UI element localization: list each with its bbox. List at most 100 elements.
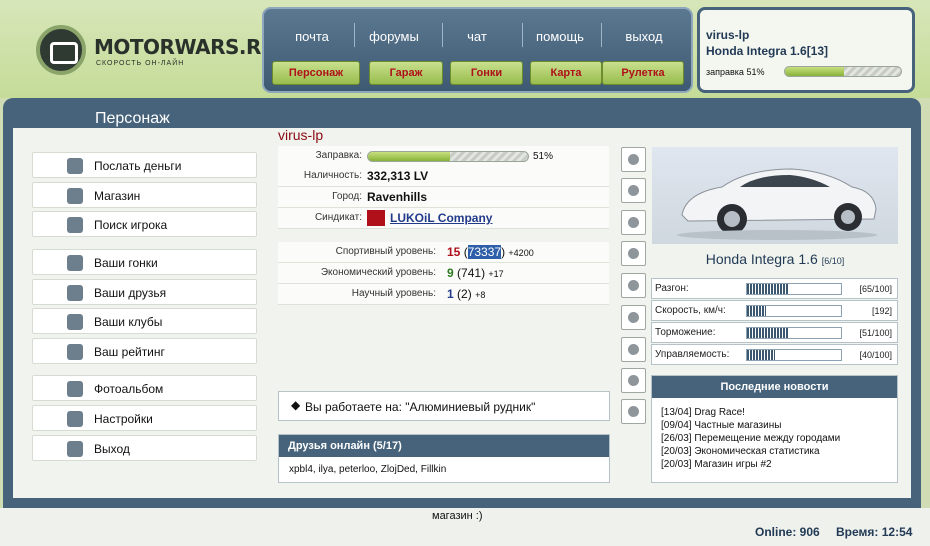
job-text: Вы работаете на: "Алюминиевый рудник" <box>305 400 536 414</box>
money-icon <box>67 158 83 174</box>
user-fuel-label: заправка 51% <box>706 67 765 77</box>
nav-link-forums[interactable]: форумы <box>364 29 424 44</box>
stat-bar <box>746 327 842 339</box>
cash-row: Наличность: 332,313 LV <box>278 166 609 187</box>
sidebar-item-logout[interactable]: Выход <box>32 435 257 461</box>
sidebar-item-label: Выход <box>94 442 130 456</box>
nav-link-mail[interactable]: почта <box>282 29 342 44</box>
server-time: Время: 12:54 <box>836 525 913 539</box>
syndicate-link[interactable]: LUKOiL Company <box>390 211 492 225</box>
city-label: Город: <box>332 191 362 202</box>
friends-list[interactable]: xpbl4, ilya, peterloo, ZlojDed, Fillkin <box>279 457 609 482</box>
level-value: 1 (2) +8 <box>447 287 485 301</box>
turbo-part-icon[interactable] <box>621 337 646 362</box>
level-row: Экономический уровень: 9 (741) +17 <box>278 263 609 284</box>
sidebar-item-label: Поиск игрока <box>94 218 168 232</box>
news-item[interactable]: [13/04] Drag Race! <box>661 406 897 419</box>
sidebar-item-label: Ваш рейтинг <box>94 345 165 359</box>
stat-bar <box>746 305 842 317</box>
top-navigation: почта форумы чат помощь выход Персонаж Г… <box>262 7 693 93</box>
sidebar-item-shop[interactable]: Магазин <box>32 182 257 208</box>
cash-value: 332,313 LV <box>367 169 429 183</box>
rating-chart-icon <box>67 344 83 360</box>
footer: магазин :) Online: 906 Время: 12:54 <box>0 508 930 546</box>
level-points: 741 <box>461 266 482 280</box>
logo-emblem-icon <box>36 25 86 75</box>
logo[interactable]: MOTORWARS.RU СКОРОСТЬ ОН-ЛАЙН <box>36 25 277 75</box>
engine-part-icon[interactable] <box>621 368 646 393</box>
nav-divider <box>601 23 602 47</box>
news-item[interactable]: [09/04] Частные магазины <box>661 419 897 432</box>
panel-title: Персонаж <box>95 110 170 127</box>
nav-button-map[interactable]: Карта <box>530 61 602 85</box>
level-bonus: +17 <box>488 269 504 279</box>
user-summary: virus-lp Honda Integra 1.6[13] заправка … <box>697 7 915 93</box>
level-number: 15 <box>447 245 461 259</box>
stat-bar <box>746 283 842 295</box>
belt-part-icon[interactable] <box>621 241 646 266</box>
user-car: Honda Integra 1.6[13] <box>706 44 829 58</box>
nav-link-logout[interactable]: выход <box>614 29 674 44</box>
nav-button-races[interactable]: Гонки <box>450 61 523 85</box>
exit-door-icon <box>67 441 83 457</box>
car-rank: [6/10] <box>821 256 845 266</box>
stat-value: [65/100] <box>859 284 892 294</box>
tools-part-icon[interactable] <box>621 399 646 424</box>
cash-label: Наличность: <box>303 170 362 181</box>
gear-part-icon[interactable] <box>621 273 646 298</box>
sidebar-item-photo-album[interactable]: Фотоальбом <box>32 375 257 401</box>
sidebar-item-clubs[interactable]: Ваши клубы <box>32 308 257 334</box>
sidebar-item-label: Магазин <box>94 189 141 203</box>
sidebar-item-find-player[interactable]: Поиск игрока <box>32 211 257 237</box>
city-value: Ravenhills <box>367 190 428 204</box>
brake-disc-part-icon[interactable] <box>621 305 646 330</box>
sidebar-item-settings[interactable]: Настройки <box>32 405 257 431</box>
car-image[interactable] <box>652 147 898 244</box>
news-item[interactable]: [20/03] Магазин игры #2 <box>661 458 897 471</box>
sidebar-item-label: Настройки <box>94 412 153 426</box>
car-picture-icon <box>677 168 877 240</box>
fuel-row: Заправка: 51% <box>278 146 609 167</box>
nav-link-chat[interactable]: чат <box>447 29 507 44</box>
car-stat-acceleration: Разгон: [65/100] <box>651 278 898 299</box>
level-bonus: +4200 <box>508 248 534 258</box>
sidebar-item-races[interactable]: Ваши гонки <box>32 249 257 275</box>
stat-label: Управляемость: <box>655 349 730 360</box>
clubs-icon <box>67 314 83 330</box>
user-name[interactable]: virus-lp <box>706 28 749 42</box>
sidebar-item-label: Ваши друзья <box>94 286 167 300</box>
logo-name: MOTORWARS.RU <box>94 35 277 59</box>
news-item[interactable]: [26/03] Перемещение между городами <box>661 432 897 445</box>
level-label: Экономический уровень: <box>320 267 436 278</box>
nav-button-roulette[interactable]: Рулетка <box>602 61 684 85</box>
level-number: 9 <box>447 266 454 280</box>
friends-title: Друзья онлайн (5/17) <box>279 435 609 457</box>
city-row: Город: Ravenhills <box>278 187 609 208</box>
tire-part-icon[interactable] <box>621 178 646 203</box>
nav-link-help[interactable]: помощь <box>530 29 590 44</box>
level-points: 2 <box>461 287 468 301</box>
news-item[interactable]: [20/03] Экономическая статистика <box>661 445 897 458</box>
level-points[interactable]: 73337 <box>467 245 502 259</box>
status-text: магазин :) <box>432 510 483 522</box>
online-count: Online: 906 <box>755 525 820 539</box>
level-bracket: ) <box>481 266 486 280</box>
nav-button-character[interactable]: Персонаж <box>272 61 360 85</box>
sidebar-item-send-money[interactable]: Послать деньги <box>32 152 257 178</box>
car-model: Honda Integra 1.6 <box>705 251 818 267</box>
syndicate-row: Синдикат: LUKOiL Company <box>278 208 609 229</box>
sidebar-item-label: Ваши гонки <box>94 256 158 270</box>
car-name: Honda Integra 1.6 [6/10] <box>652 251 898 267</box>
friends-icon <box>67 285 83 301</box>
lukoil-logo-icon <box>367 210 385 226</box>
level-label: Спортивный уровень: <box>335 246 436 257</box>
level-bracket: ) <box>501 245 506 259</box>
news-title: Последние новости <box>652 376 897 398</box>
steering-wheel-icon <box>67 255 83 271</box>
sidebar-item-friends[interactable]: Ваши друзья <box>32 279 257 305</box>
sliders-icon <box>67 411 83 427</box>
sidebar-item-rating[interactable]: Ваш рейтинг <box>32 338 257 364</box>
spark-plug-part-icon[interactable] <box>621 210 646 235</box>
suspension-part-icon[interactable] <box>621 147 646 172</box>
nav-button-garage[interactable]: Гараж <box>369 61 443 85</box>
